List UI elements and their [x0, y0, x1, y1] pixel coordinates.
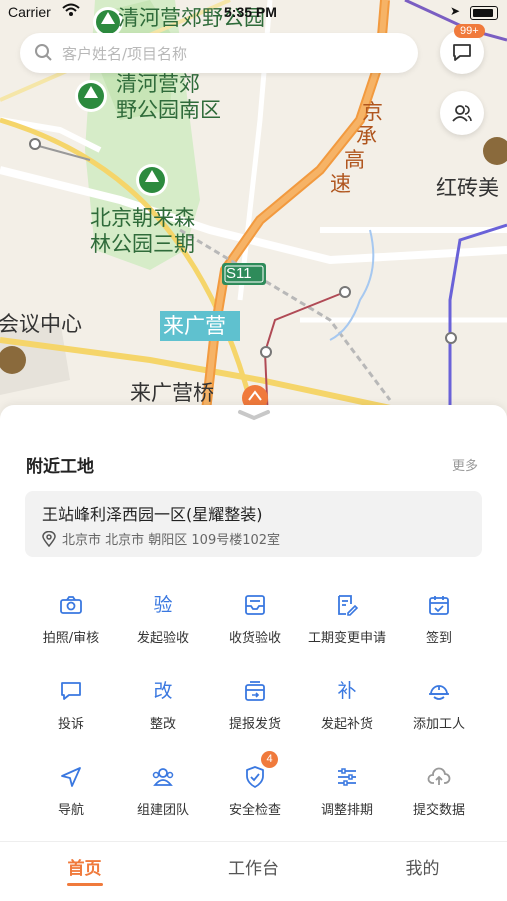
map-label-highway: 京	[362, 100, 383, 124]
battery-icon	[470, 6, 498, 20]
map-label-red-brick: 红砖美	[436, 176, 499, 200]
restock-glyph-icon: 补	[337, 680, 357, 702]
cloud-upload-icon	[427, 767, 451, 785]
action-label: 收货验收	[228, 631, 281, 646]
map-label-station: 来广营	[163, 314, 226, 338]
action-receive-goods[interactable]: 收货验收	[209, 593, 301, 653]
action-adjust-schedule[interactable]: 调整排期	[301, 765, 393, 825]
bottom-sheet: 附近工地 更多 王站峰利泽西园一区(星耀整装) 北京市 北京市 朝阳区 109号…	[0, 405, 507, 901]
map-label-park-south: 清河营郊	[116, 72, 200, 96]
tab-label: 首页	[67, 859, 102, 879]
action-label: 组建团队	[136, 803, 189, 818]
location-arrow-icon: ➤	[450, 4, 461, 18]
action-complaint[interactable]: 投诉	[25, 679, 117, 739]
site-name: 王站峰利泽西园一区(星耀整装)	[42, 505, 263, 524]
nearby-sites-title: 附近工地	[26, 457, 94, 477]
action-photo-review[interactable]: 拍照/审核	[25, 593, 117, 653]
chat-icon	[453, 44, 471, 61]
map-label-bridge: 来广营桥	[130, 381, 214, 405]
site-card[interactable]: 王站峰利泽西园一区(星耀整装) 北京市 北京市 朝阳区 109号楼102室	[25, 491, 482, 557]
status-bar: Carrier 5:35 PM ➤	[0, 0, 507, 26]
action-restock[interactable]: 补 发起补货	[301, 679, 393, 739]
map-label-conference: 会议中心	[0, 312, 82, 336]
site-address-text: 北京市 北京市 朝阳区 109号楼102室	[62, 533, 281, 548]
sliders-icon	[338, 768, 356, 786]
ship-box-icon	[245, 681, 265, 701]
action-label: 调整排期	[320, 803, 373, 818]
action-label: 添加工人	[412, 717, 465, 732]
shield-check-icon	[246, 766, 264, 788]
carrier-label: Carrier	[8, 4, 51, 20]
action-label: 安全检查	[228, 803, 281, 818]
action-label: 签到	[425, 631, 452, 646]
clock: 5:35 PM	[224, 4, 277, 20]
action-start-inspection[interactable]: 验 发起验收	[117, 593, 209, 653]
inbox-icon	[245, 595, 265, 615]
action-rectify[interactable]: 改 整改	[117, 679, 209, 739]
map-label-forest-park: 林公园三期	[90, 232, 195, 256]
map-label-highway: 承	[356, 124, 377, 148]
tab-bar: 首页 工作台 我的	[0, 841, 507, 901]
action-label: 整改	[149, 717, 176, 732]
edit-document-icon	[338, 595, 359, 616]
action-submit-data[interactable]: 提交数据	[393, 765, 485, 825]
map-label-forest-park: 北京朝来森	[90, 206, 195, 230]
action-label: 导航	[57, 803, 84, 818]
tab-label: 工作台	[228, 859, 279, 879]
search-icon	[34, 43, 54, 67]
inspect-glyph-icon: 验	[153, 594, 173, 616]
action-label: 拍照/审核	[42, 631, 100, 646]
more-link[interactable]: 更多	[452, 455, 478, 474]
action-label: 提报发货	[228, 717, 281, 732]
messages-button[interactable]: 99+	[440, 24, 485, 74]
tab-workbench[interactable]: 工作台	[169, 854, 338, 879]
action-safety-check[interactable]: 4 安全检查	[209, 751, 301, 825]
action-label: 投诉	[57, 717, 84, 732]
location-pin-icon	[42, 530, 56, 548]
map-label-s11: S11	[226, 265, 252, 282]
action-build-team[interactable]: 组建团队	[117, 765, 209, 825]
action-label: 工期变更申请	[307, 631, 386, 646]
contacts-button[interactable]	[440, 91, 484, 135]
search-bar[interactable]	[20, 33, 418, 73]
map-label-park-south: 野公园南区	[116, 98, 221, 122]
site-address: 北京市 北京市 朝阳区 109号楼102室	[42, 529, 280, 548]
camera-icon	[60, 596, 82, 614]
map-label-highway: 高	[344, 148, 365, 172]
active-tab-indicator	[66, 883, 103, 886]
search-input[interactable]	[60, 39, 404, 69]
action-label: 发起验收	[136, 631, 189, 646]
action-label: 发起补货	[320, 717, 373, 732]
rectify-glyph-icon: 改	[153, 680, 173, 702]
map-label-highway: 速	[330, 172, 351, 196]
tab-mine[interactable]: 我的	[338, 854, 507, 879]
action-report-shipment[interactable]: 提报发货	[209, 679, 301, 739]
action-schedule-change[interactable]: 工期变更申请	[301, 593, 393, 653]
safety-check-badge: 4	[261, 751, 278, 768]
navigation-arrow-icon	[61, 767, 81, 787]
action-navigate[interactable]: 导航	[25, 765, 117, 825]
wifi-icon	[62, 3, 80, 20]
action-add-worker[interactable]: 添加工人	[393, 679, 485, 739]
sheet-drag-handle[interactable]	[236, 407, 272, 426]
calendar-check-icon	[429, 596, 449, 615]
hard-hat-icon	[429, 685, 449, 700]
message-count-badge: 99+	[454, 24, 485, 38]
users-icon	[452, 105, 472, 122]
tab-home[interactable]: 首页	[0, 854, 169, 886]
action-check-in[interactable]: 签到	[393, 593, 485, 653]
tab-label: 我的	[405, 859, 440, 879]
action-label: 提交数据	[412, 803, 465, 818]
team-icon	[152, 768, 174, 786]
chat-bubble-icon	[61, 682, 81, 700]
